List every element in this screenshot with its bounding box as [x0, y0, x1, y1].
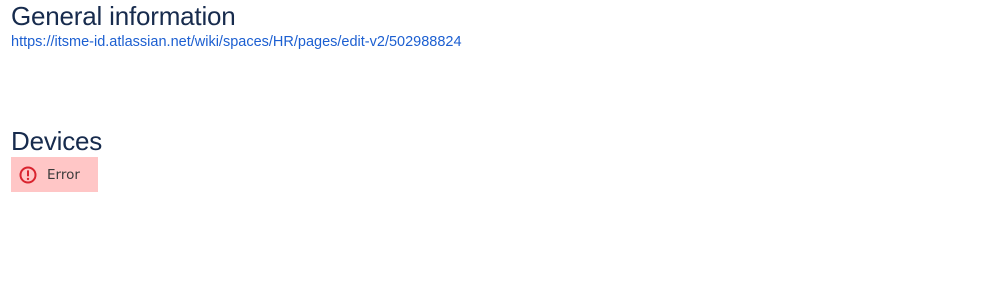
general-information-heading: General information — [11, 1, 236, 31]
error-macro: Error — [11, 157, 98, 192]
page: General information https://itsme-id.atl… — [0, 0, 999, 290]
page-link[interactable]: https://itsme-id.atlassian.net/wiki/spac… — [11, 32, 462, 52]
devices-heading: Devices — [11, 126, 103, 156]
error-label: Error — [47, 166, 80, 183]
error-circle-icon — [19, 166, 37, 184]
devices-section: Devices Error — [11, 125, 103, 192]
general-information-section: General information https://itsme-id.atl… — [11, 0, 462, 52]
